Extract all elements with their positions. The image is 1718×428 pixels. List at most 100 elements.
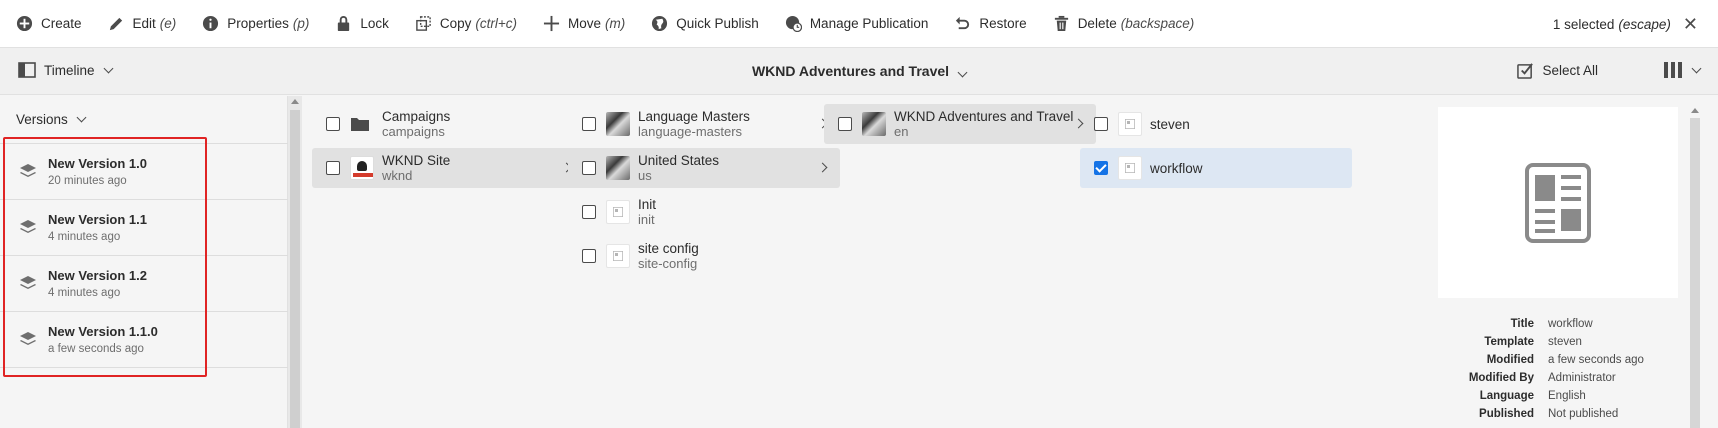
create-button[interactable]: Create bbox=[16, 0, 82, 48]
scroll-up-icon bbox=[1691, 108, 1699, 113]
version-title: New Version 1.0 bbox=[48, 156, 147, 171]
page-thumbnail bbox=[1118, 156, 1142, 180]
move-button[interactable]: Move (m) bbox=[543, 0, 625, 48]
list-item-site-config[interactable]: site config site-config bbox=[568, 236, 840, 276]
row-checkbox[interactable] bbox=[582, 117, 596, 131]
version-item[interactable]: New Version 1.0 20 minutes ago bbox=[0, 144, 288, 200]
item-name: language-masters bbox=[638, 124, 743, 139]
edit-label: Edit bbox=[132, 16, 156, 31]
layers-icon bbox=[20, 163, 36, 177]
version-time: 4 minutes ago bbox=[48, 287, 121, 299]
folder-icon bbox=[350, 116, 370, 132]
version-title: New Version 1.1 bbox=[48, 212, 147, 227]
item-name: init bbox=[638, 212, 655, 227]
item-name: campaigns bbox=[382, 124, 445, 139]
list-item-language-masters[interactable]: Language Masters language-masters bbox=[568, 104, 840, 144]
page-icon bbox=[1125, 163, 1135, 173]
view-switcher[interactable] bbox=[1663, 61, 1702, 79]
chevron-down-icon bbox=[76, 112, 87, 123]
page-thumbnail bbox=[606, 156, 630, 180]
page-icon bbox=[1125, 119, 1135, 129]
globe-clock-icon bbox=[785, 15, 802, 32]
row-checkbox[interactable] bbox=[582, 205, 596, 219]
meta-key: Modified By bbox=[1468, 372, 1534, 384]
list-item-campaigns[interactable]: Campaigns campaigns bbox=[312, 104, 584, 144]
row-checkbox[interactable] bbox=[838, 117, 852, 131]
copy-button[interactable]: Copy (ctrl+c) bbox=[415, 0, 517, 48]
column-4: steven workflow bbox=[1070, 96, 1352, 428]
restore-button[interactable]: Restore bbox=[954, 0, 1027, 48]
meta-key: Published bbox=[1479, 408, 1534, 420]
rail-toggle-label: Timeline bbox=[44, 62, 95, 78]
row-checkbox[interactable] bbox=[326, 117, 340, 131]
rail-scrollbar[interactable] bbox=[288, 96, 302, 428]
row-checkbox[interactable] bbox=[326, 161, 340, 175]
scrollbar-thumb[interactable] bbox=[1690, 118, 1700, 428]
row-checkbox[interactable] bbox=[582, 161, 596, 175]
copy-icon bbox=[416, 16, 431, 31]
item-title: Language Masters bbox=[638, 109, 750, 124]
copy-shortcut: (ctrl+c) bbox=[475, 16, 517, 31]
list-item-wknd-site[interactable]: WKND Site wknd bbox=[312, 148, 584, 188]
info-icon bbox=[203, 15, 219, 32]
row-checkbox-checked[interactable] bbox=[1094, 161, 1108, 175]
restore-label: Restore bbox=[979, 16, 1027, 31]
list-item-united-states[interactable]: United States us bbox=[568, 148, 840, 188]
select-all-label: Select All bbox=[1542, 63, 1598, 78]
item-title: site config bbox=[638, 241, 699, 256]
main-scrollbar[interactable] bbox=[1688, 96, 1702, 428]
edit-button[interactable]: Edit (e) bbox=[108, 0, 176, 48]
scrollbar-thumb[interactable] bbox=[290, 110, 300, 428]
item-title: WKND Adventures and Travel bbox=[894, 109, 1074, 124]
page-icon bbox=[613, 207, 623, 217]
meta-value: steven bbox=[1548, 336, 1582, 348]
manage-publication-button[interactable]: Manage Publication bbox=[785, 0, 928, 48]
meta-key: Modified bbox=[1486, 354, 1534, 366]
row-checkbox[interactable] bbox=[1094, 117, 1108, 131]
lock-button[interactable]: Lock bbox=[335, 0, 389, 48]
versions-rail: Versions New Version 1.0 20 minutes ago N… bbox=[0, 96, 288, 428]
checkbox-icon bbox=[1517, 63, 1534, 79]
trash-icon bbox=[1054, 15, 1068, 32]
page-thumbnail bbox=[1118, 112, 1142, 136]
list-item-steven[interactable]: steven bbox=[1080, 104, 1352, 144]
item-title: steven bbox=[1150, 116, 1190, 132]
quick-publish-button[interactable]: Quick Publish bbox=[651, 0, 759, 48]
properties-button[interactable]: Properties (p) bbox=[202, 0, 309, 48]
column-3: WKND Adventures and Travel en bbox=[814, 96, 1096, 428]
version-item[interactable]: New Version 1.1.0 a few seconds ago bbox=[0, 312, 288, 368]
page-thumbnail bbox=[606, 112, 630, 136]
meta-value: Not published bbox=[1548, 408, 1619, 420]
delete-shortcut: (backspace) bbox=[1120, 16, 1195, 31]
list-item-init[interactable]: Init init bbox=[568, 192, 840, 232]
plus-circle-icon bbox=[16, 15, 33, 32]
selection-shortcut: (escape) bbox=[1618, 16, 1671, 32]
meta-value: Administrator bbox=[1548, 372, 1616, 384]
page-thumbnail bbox=[606, 244, 630, 268]
item-title: WKND Site bbox=[382, 153, 451, 168]
rail-toggle-button[interactable]: Timeline bbox=[18, 62, 113, 78]
item-title: United States bbox=[638, 153, 720, 168]
selection-count: 1 selected bbox=[1552, 16, 1615, 32]
select-all-button[interactable]: Select All bbox=[1517, 62, 1598, 79]
version-item[interactable]: New Version 1.1 4 minutes ago bbox=[0, 200, 288, 256]
chevron-down-icon bbox=[957, 67, 968, 78]
item-name: us bbox=[638, 168, 652, 183]
item-title: Campaigns bbox=[382, 109, 451, 124]
globe-icon bbox=[652, 15, 668, 32]
close-selection-icon[interactable]: ✕ bbox=[1683, 14, 1698, 35]
list-item-wknd-adventures[interactable]: WKND Adventures and Travel en bbox=[824, 104, 1096, 144]
delete-button[interactable]: Delete (backspace) bbox=[1053, 0, 1195, 48]
panel-icon bbox=[18, 62, 36, 78]
properties-label: Properties bbox=[227, 16, 289, 31]
versions-filter[interactable]: Versions bbox=[0, 96, 288, 144]
title-dropdown[interactable]: WKND Adventures and Travel bbox=[751, 63, 968, 79]
page-thumbnail bbox=[862, 112, 886, 136]
version-item[interactable]: New Version 1.2 4 minutes ago bbox=[0, 256, 288, 312]
title-text: WKND Adventures and Travel bbox=[751, 63, 950, 79]
list-item-workflow[interactable]: workflow bbox=[1080, 148, 1352, 188]
version-time: a few seconds ago bbox=[48, 343, 144, 355]
page-thumbnail bbox=[606, 200, 630, 224]
row-checkbox[interactable] bbox=[582, 249, 596, 263]
move-icon bbox=[543, 15, 560, 32]
